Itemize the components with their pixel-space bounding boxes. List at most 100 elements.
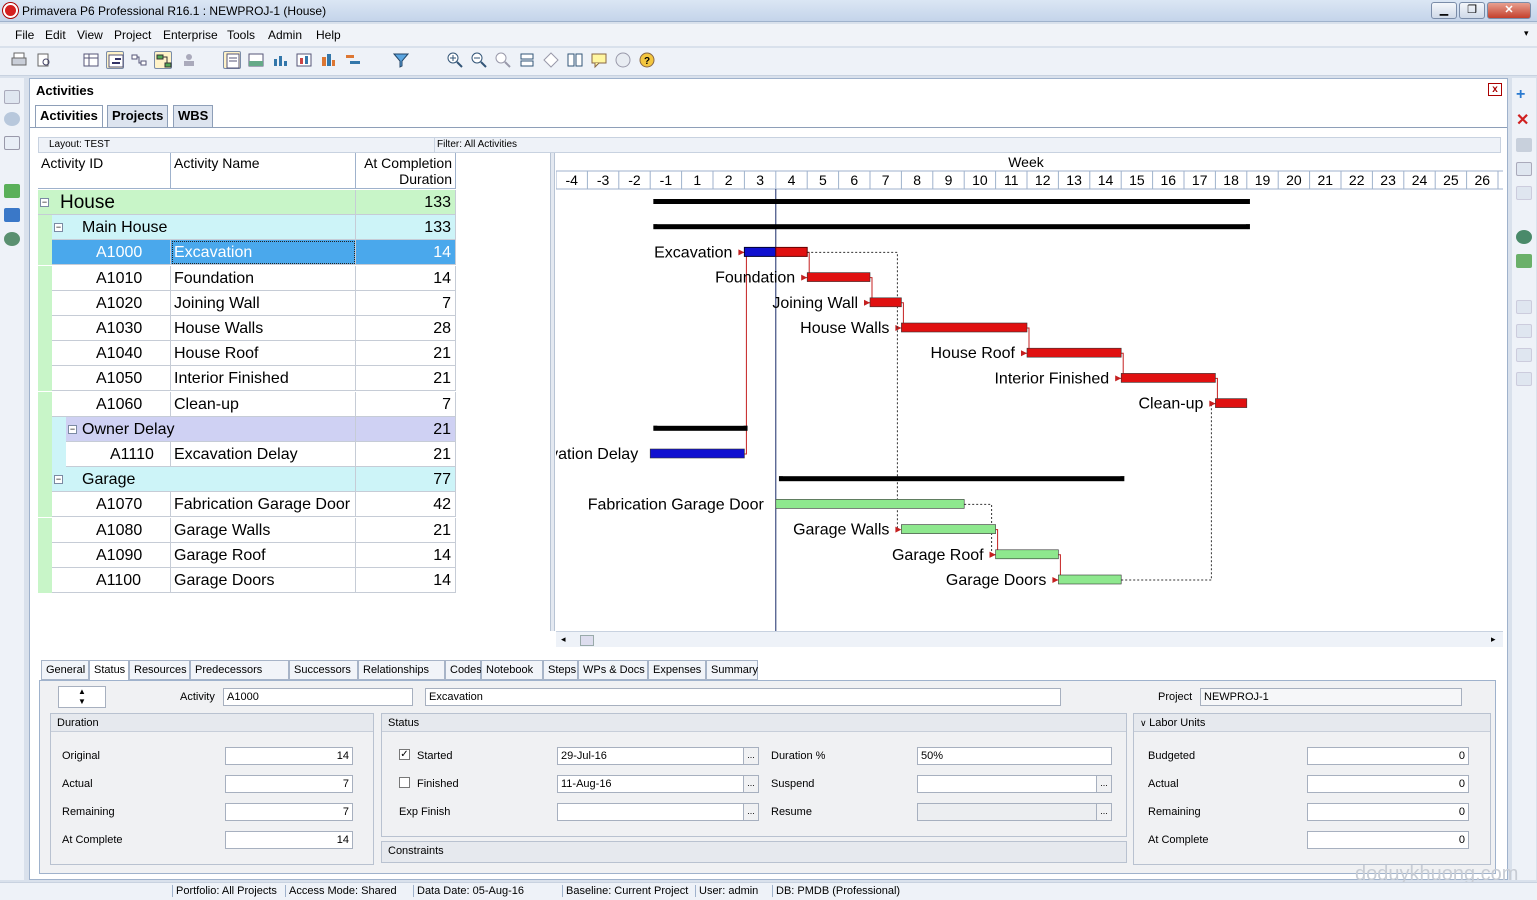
gantt-horizontal-scrollbar[interactable]: ◂ ▸ [556,631,1503,647]
wbs-row[interactable]: − Owner Delay 21 [38,416,456,442]
folder-icon[interactable] [4,90,20,104]
remaining-duration-field[interactable]: 7 [225,803,353,821]
activity-row[interactable]: A1040 House Roof 21 [38,341,456,367]
restore-button[interactable]: ❐ [1459,2,1485,19]
remaining-bar[interactable] [901,322,1028,333]
actual-bar[interactable] [649,448,745,459]
activity-duration-cell[interactable]: 28 [356,316,456,341]
activity-duration-cell[interactable]: 21 [356,341,456,367]
level-icon[interactable] [344,51,362,69]
activity-row[interactable]: A1070 Fabrication Garage Door 42 [38,492,456,518]
tab-wbs[interactable]: WBS [173,105,214,127]
activity-name-cell[interactable]: Clean-up [171,391,356,417]
activity-duration-cell[interactable]: 14 [356,240,456,266]
menu-overflow-icon[interactable]: ▾ [1524,28,1529,39]
garage-bar[interactable] [775,499,965,509]
delete-icon[interactable]: ✕ [1516,110,1529,130]
activity-id-cell[interactable]: A1020 [52,290,171,316]
collapse-icon[interactable]: − [40,198,49,207]
detail-tab-summary[interactable]: Summary [706,660,758,680]
detail-tab-status[interactable]: Status [89,660,129,681]
panel-close-icon[interactable]: x [1488,83,1502,96]
user-icon[interactable] [4,112,20,126]
wbs-row[interactable]: − House 133 [38,190,456,215]
menu-help[interactable]: Help [316,28,341,42]
labor-at-complete-field[interactable]: 0 [1307,831,1469,849]
summary-bar[interactable] [778,476,1125,482]
activity-duration-cell[interactable]: 21 [356,442,456,467]
question-icon[interactable]: ? [638,51,656,69]
garage-bar[interactable] [901,524,996,534]
activity-name-cell[interactable]: House Walls [171,316,356,341]
paste-icon[interactable] [1516,186,1532,200]
detail-tab-resources[interactable]: Resources [129,660,190,680]
wbs-name-cell[interactable]: − Owner Delay [66,416,356,442]
remaining-bar[interactable] [1215,398,1248,408]
suspend-picker-button[interactable]: ... [1096,776,1111,792]
move-up-icon[interactable] [1516,300,1532,314]
move-left-icon[interactable] [1516,348,1532,362]
activity-id-cell[interactable]: A1110 [66,442,171,467]
activity-id-cell[interactable]: A1090 [52,542,171,568]
move-right-icon[interactable] [1516,372,1532,386]
finished-date-field[interactable]: 11-Aug-16... [557,775,759,793]
remaining-bar[interactable] [869,297,902,308]
assign-role-icon[interactable] [1516,254,1532,268]
activity-row[interactable]: A1060 Clean-up 7 [38,391,456,417]
activity-name-cell[interactable]: Interior Finished [171,366,356,392]
column-header-activity-name[interactable]: Activity Name [171,153,356,189]
cut-icon[interactable] [1516,138,1532,152]
add-icon[interactable]: + [1516,86,1525,104]
activity-id-field[interactable]: A1000 [223,688,413,706]
activity-name-cell[interactable]: House Roof [171,341,356,367]
detail-tab-codes[interactable]: Codes [445,660,482,680]
activity-name-cell[interactable]: Excavation Delay [171,442,356,467]
tab-activities[interactable]: Activities [35,105,103,128]
activity-duration-cell[interactable]: 14 [356,542,456,568]
menu-tools[interactable]: Tools [227,28,255,42]
column-header-activity-id[interactable]: Activity ID [38,153,171,189]
network-icon[interactable] [130,51,148,69]
table-gantt-splitter[interactable] [550,153,555,631]
menu-admin[interactable]: Admin [268,28,302,42]
copy-icon[interactable] [1516,162,1532,176]
minimize-button[interactable]: ▁ [1431,2,1457,19]
bottom-layout-icon[interactable] [247,51,265,69]
labor-actual-field[interactable]: 0 [1307,775,1469,793]
activity-id-cell[interactable]: A1100 [52,568,171,593]
close-window-button[interactable]: ✕ [1487,2,1531,19]
original-duration-field[interactable]: 14 [225,747,353,765]
layers-icon[interactable] [4,208,20,222]
activity-duration-cell[interactable]: 21 [356,517,456,543]
activity-name-cell[interactable]: Excavation [171,240,356,266]
zoom-in-icon[interactable] [446,51,464,69]
activity-row[interactable]: A1050 Interior Finished 21 [38,366,456,392]
resource-icon[interactable] [180,51,198,69]
at-complete-duration-field[interactable]: 14 [225,831,353,849]
zoom-fit-icon[interactable] [494,51,512,69]
print-icon[interactable] [10,51,28,69]
detail-tab-expenses[interactable]: Expenses [648,660,706,680]
finished-checkbox[interactable] [399,777,410,788]
navigate-up-down-icon[interactable]: ▲ ▼ [58,686,106,708]
scroll-left-icon[interactable]: ◂ [561,634,566,645]
activity-name-cell[interactable]: Garage Roof [171,542,356,568]
profile-icon[interactable] [271,51,289,69]
trace-logic-icon[interactable] [154,51,172,69]
wbs-row[interactable]: − Main House 133 [38,215,456,241]
labor-remaining-field[interactable]: 0 [1307,803,1469,821]
layout-dropdown[interactable]: Layout: TEST [49,139,110,150]
activity-row[interactable]: A1090 Garage Roof 14 [38,542,456,568]
activity-row[interactable]: A1020 Joining Wall 7 [38,290,456,316]
scroll-thumb[interactable] [580,635,594,646]
column-header-duration[interactable]: At Completion Duration [356,153,456,189]
activity-duration-cell[interactable]: 14 [356,265,456,291]
suspend-field[interactable]: ... [917,775,1112,793]
detail-tab-wps-docs[interactable]: WPs & Docs [578,660,648,680]
filter-icon[interactable] [392,51,410,69]
activity-name-cell[interactable]: Joining Wall [171,290,356,316]
scroll-right-icon[interactable]: ▸ [1491,634,1496,645]
activity-row[interactable]: A1010 Foundation 14 [38,265,456,291]
wbs-name-cell[interactable]: − House [38,190,356,215]
detail-tab-successors[interactable]: Successors [289,660,358,680]
